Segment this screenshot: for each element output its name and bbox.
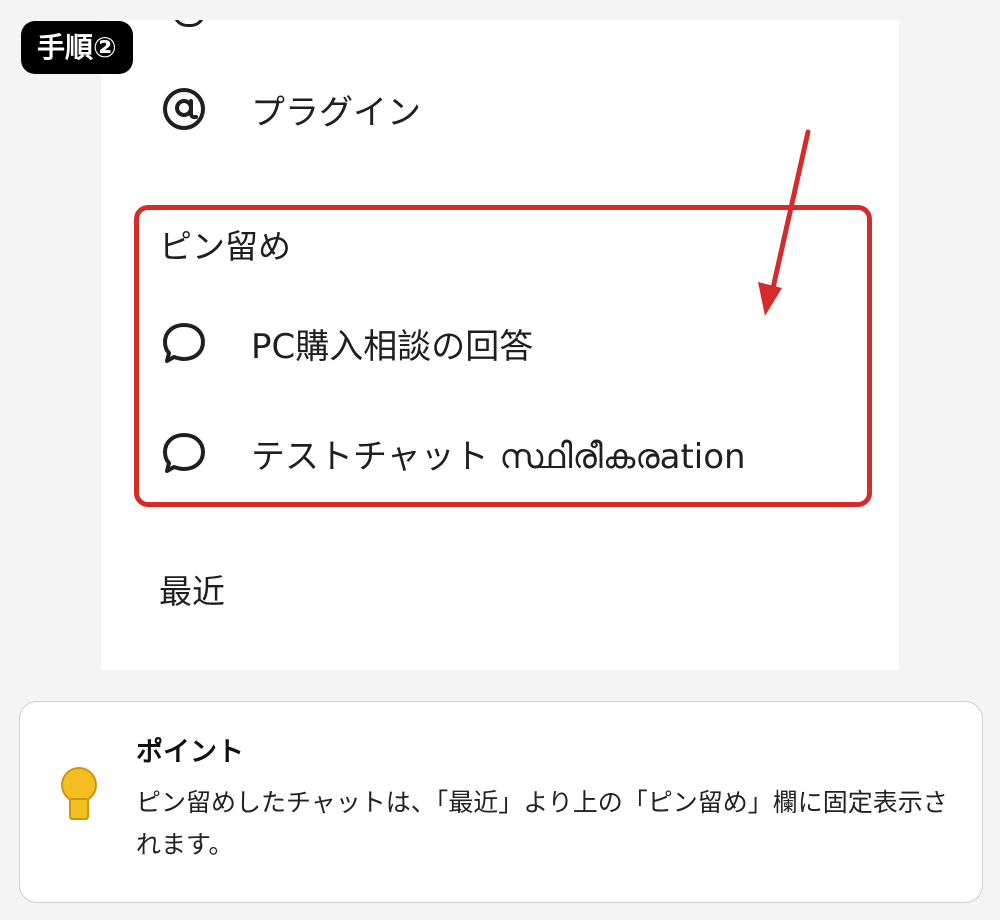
point-callout: ポイント ピン留めしたチャットは、「最近」より上の「ピン留め」欄に固定表示されま… xyxy=(19,701,983,903)
red-arrow xyxy=(758,129,811,316)
point-body: ピン留めしたチャットは、「最近」より上の「ピン留め」欄に固定表示されます。 xyxy=(136,788,948,859)
lightbulb-icon xyxy=(61,767,97,820)
plugin-label: プラグイン xyxy=(251,92,421,133)
recent-heading: 最近 xyxy=(159,572,225,611)
menu-item-plugin[interactable]: プラグイン xyxy=(159,84,421,134)
step-badge: 手順② xyxy=(21,21,133,74)
recent-item-partial[interactable]: 〇〇〇〇〇〇〇画像作成 xyxy=(159,660,533,670)
point-title: ポイント xyxy=(136,737,244,768)
partial-icon-top xyxy=(173,20,205,27)
plugin-at-icon xyxy=(159,84,209,134)
